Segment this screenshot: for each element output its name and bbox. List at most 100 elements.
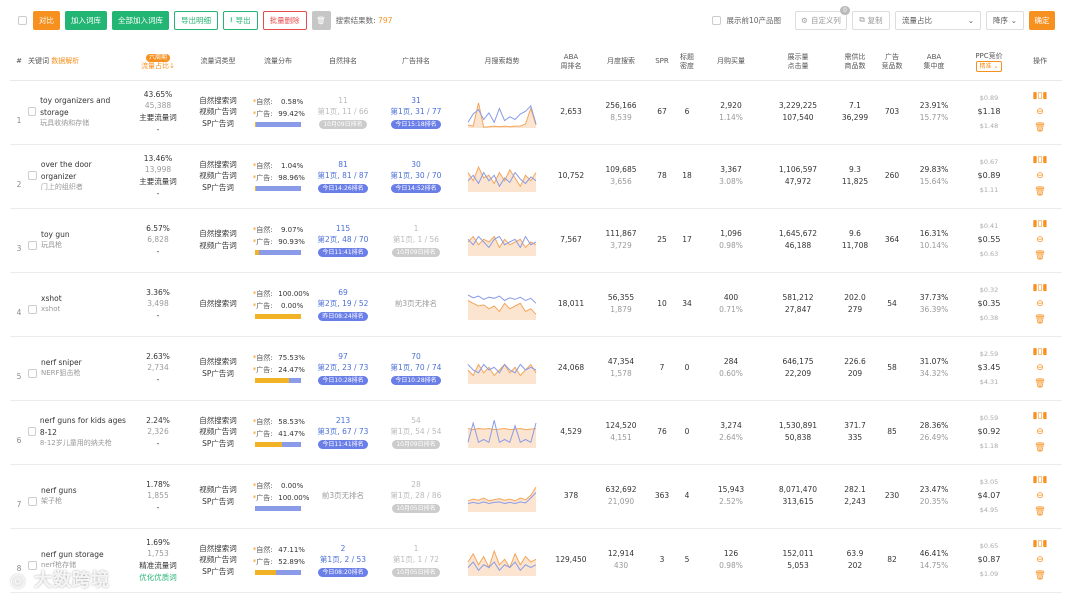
sort-field-select[interactable]: 流量占比 ⌄ [895, 10, 981, 30]
ad-rank[interactable]: 1 [378, 543, 454, 555]
trash-icon[interactable]: 🗑 [1018, 376, 1062, 392]
row-index: 4 [16, 308, 22, 318]
aba-concentration: 37.73% [919, 293, 949, 303]
organic-rank-time-tag: 今日11:41排名 [318, 247, 368, 257]
add-lib-button[interactable]: 加入词库 [65, 10, 107, 30]
bar-chart-icon[interactable]: ▮▯▮ [1018, 536, 1062, 552]
trash-icon[interactable]: 🗑 [1018, 248, 1062, 264]
trash-icon[interactable]: 🗑 [1018, 184, 1062, 200]
copy-button[interactable]: ⧉ 复制 [852, 10, 890, 30]
col-monthly-search[interactable]: 月度搜索 [592, 44, 650, 81]
minus-circle-icon[interactable]: ⊖ [1018, 552, 1062, 568]
ppc-match-select[interactable]: 精准 ⌄ [975, 60, 1003, 72]
col-share[interactable]: 六周期 流量占比↓ [128, 44, 188, 81]
ad-rank[interactable]: 28 [378, 479, 454, 491]
keyword-text[interactable]: nerf gun storage [41, 549, 104, 561]
organic-rank[interactable]: 97 [308, 351, 378, 363]
bar-chart-icon[interactable]: ▮▯▮ [1018, 472, 1062, 488]
batch-delete-button[interactable]: 批量删除 [262, 10, 307, 30]
ad-rank[interactable]: 54 [378, 415, 454, 427]
trash-icon[interactable]: 🗑 [1018, 568, 1062, 584]
keyword-text[interactable]: xshot [41, 293, 62, 305]
col-keyword: 关键词 数据解析 [28, 44, 128, 81]
ad-product-count: 703 [884, 107, 900, 117]
bar-chart-icon[interactable]: ▮▯▮ [1018, 408, 1062, 424]
col-aba-concentration[interactable]: ABA 集中度 [908, 44, 960, 81]
result-label: 搜索结果数: [335, 15, 376, 25]
confirm-button[interactable]: 确定 [1029, 10, 1055, 30]
minus-circle-icon[interactable]: ⊖ [1018, 360, 1062, 376]
add-all-lib-button[interactable]: 全部加入词库 [112, 10, 169, 30]
organic-rank[interactable]: 81 [308, 159, 378, 171]
organic-rank[interactable]: 11 [308, 95, 378, 107]
col-title-density[interactable]: 标题 密度 [674, 44, 700, 81]
ad-rank[interactable]: 30 [378, 159, 454, 171]
trend-cell[interactable] [454, 400, 550, 465]
bar-chart-icon[interactable]: ▮▯▮ [1018, 280, 1062, 296]
trend-cell[interactable] [454, 272, 550, 337]
minus-circle-icon[interactable]: ⊖ [1018, 168, 1062, 184]
col-ad-products[interactable]: 广告 竞品数 [876, 44, 908, 81]
trash-icon[interactable]: 🗑 [1018, 312, 1062, 328]
data-analysis-link[interactable]: 数据解析 [51, 57, 79, 65]
ad-rank[interactable]: 1 [378, 223, 454, 235]
minus-circle-icon[interactable]: ⊖ [1018, 296, 1062, 312]
organic-rank[interactable]: 2 [308, 543, 378, 555]
ad-rank[interactable]: 31 [378, 95, 454, 107]
minus-circle-icon[interactable]: ⊖ [1018, 104, 1062, 120]
ops-cell: ▮▯▮ ⊖ 🗑 [1018, 80, 1062, 145]
trash-icon[interactable]: 🗑 [1018, 440, 1062, 456]
row-checkbox[interactable] [28, 426, 36, 436]
organic-label: 自然: [256, 545, 273, 554]
delete-icon-button[interactable]: 🗑 [311, 10, 331, 30]
col-spr[interactable]: SPR [650, 44, 674, 81]
select-all-checkbox[interactable] [18, 15, 27, 25]
row-checkbox[interactable] [28, 170, 37, 180]
trash-icon[interactable]: 🗑 [1018, 120, 1062, 136]
organic-rank[interactable]: 213 [308, 415, 378, 427]
ops-cell: ▮▯▮ ⊖ 🗑 [1018, 272, 1062, 337]
keyword-text[interactable]: over the door organizer [41, 159, 128, 182]
ad-rank[interactable]: 70 [378, 351, 454, 363]
keyword-translation: 8-12岁儿童用的纳夫枪 [39, 439, 112, 448]
trend-cell[interactable] [454, 144, 550, 209]
export-detail-button[interactable]: 导出明细 [174, 10, 218, 30]
row-checkbox[interactable] [28, 368, 37, 378]
trash-icon[interactable]: 🗑 [1018, 504, 1062, 520]
custom-columns-button[interactable]: ⚙ 自定义列 0 [795, 5, 850, 30]
bar-chart-icon[interactable]: ▮▯▮ [1018, 216, 1062, 232]
table-row: 5 nerf sniper NERF狙击枪 2.63% 2,734 - 自然搜索词… [10, 336, 1062, 401]
bar-chart-icon[interactable]: ▮▯▮ [1018, 344, 1062, 360]
bar-chart-icon[interactable]: ▮▯▮ [1018, 152, 1062, 168]
supply-ratio: 282.1 [844, 485, 866, 495]
show-top10-checkbox[interactable] [712, 15, 722, 25]
col-monthly-buy[interactable]: 月购买量 [700, 44, 762, 81]
keyword-text[interactable]: nerf guns for kids ages 8-12 [40, 415, 128, 438]
keyword-text[interactable]: nerf guns [41, 485, 77, 497]
trend-cell[interactable] [454, 528, 550, 593]
sort-order-select[interactable]: 降序 ⌄ [986, 10, 1024, 30]
keyword-text[interactable]: nerf sniper [41, 357, 82, 369]
row-checkbox[interactable] [28, 304, 37, 314]
bar-chart-icon[interactable]: ▮▯▮ [1018, 88, 1062, 104]
export-button[interactable]: ⭳ 导出 [223, 10, 258, 30]
col-aba-rank[interactable]: ABA 周排名 [550, 44, 592, 81]
trend-cell[interactable] [454, 208, 550, 273]
col-impressions[interactable]: 展示量 点击量 [762, 44, 834, 81]
col-supply-ratio[interactable]: 需供比 商品数 [834, 44, 876, 81]
minus-circle-icon[interactable]: ⊖ [1018, 232, 1062, 248]
trend-cell[interactable] [454, 464, 550, 529]
compare-button[interactable]: 对比 [33, 10, 60, 30]
organic-rank[interactable]: 115 [308, 223, 378, 235]
impressions-cell: 581,212 27,847 [762, 272, 834, 337]
row-checkbox[interactable] [28, 240, 37, 250]
minus-circle-icon[interactable]: ⊖ [1018, 488, 1062, 504]
keyword-text[interactable]: toy organizers and storage [40, 95, 128, 118]
trend-cell[interactable] [454, 336, 550, 401]
organic-rank[interactable]: 69 [308, 287, 378, 299]
row-checkbox[interactable] [28, 496, 37, 506]
trend-cell[interactable] [454, 80, 550, 145]
row-checkbox[interactable] [28, 106, 37, 116]
keyword-text[interactable]: toy gun [41, 229, 70, 241]
minus-circle-icon[interactable]: ⊖ [1018, 424, 1062, 440]
